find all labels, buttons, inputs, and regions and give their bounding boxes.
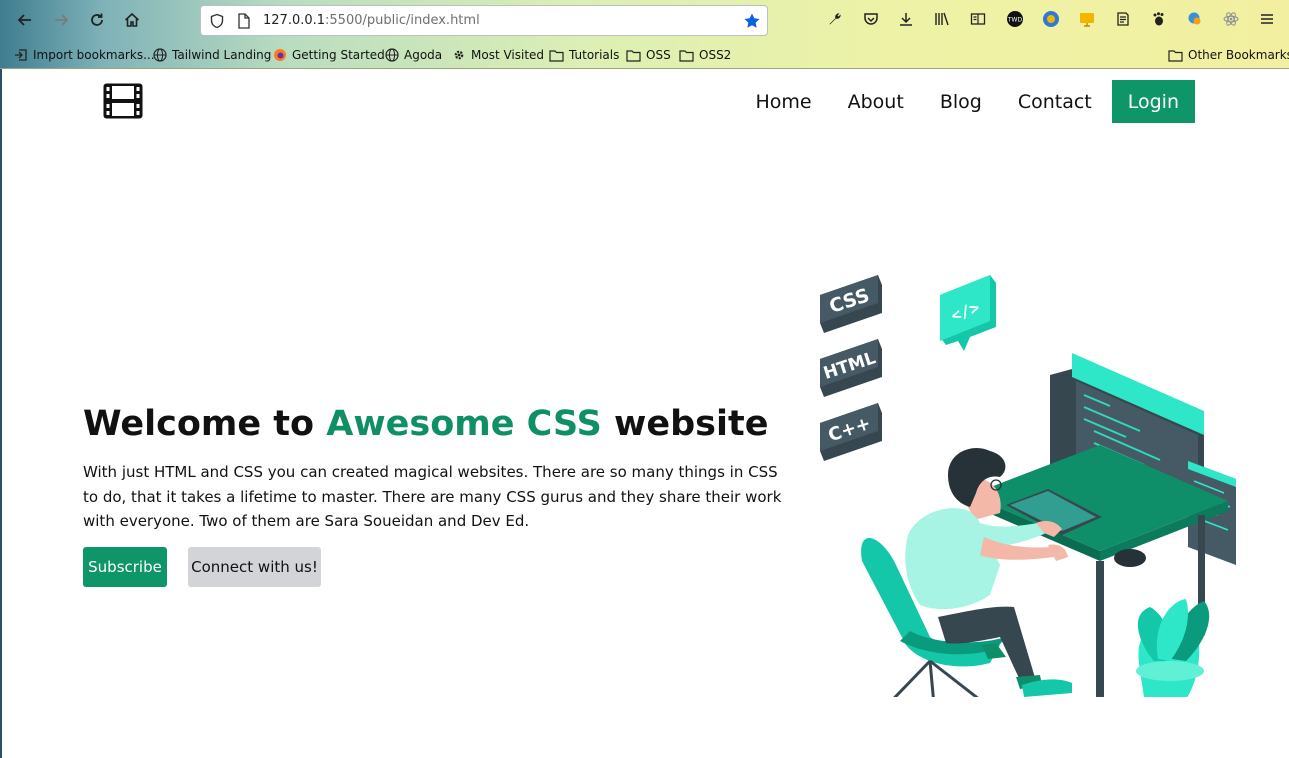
html-badge: HTML	[820, 339, 882, 397]
forward-arrow-icon	[55, 14, 69, 26]
code-bubble-icon: </>	[940, 275, 996, 351]
back-arrow-icon	[17, 14, 31, 26]
bookmark-label: Tailwind Landing	[172, 48, 272, 62]
reader-view-icon[interactable]	[967, 8, 989, 30]
film-logo-icon[interactable]	[102, 82, 144, 120]
home-icon	[124, 12, 140, 27]
search-extension-icon[interactable]	[1184, 8, 1206, 30]
cpp-badge: C++	[820, 403, 882, 461]
bookmark-agoda[interactable]: Agoda	[385, 46, 442, 64]
firefox-icon	[274, 49, 286, 61]
globe-icon	[153, 48, 167, 62]
browser-toolbar: 127.0.0.1:5500/public/index.html TWD Imp…	[0, 0, 1289, 69]
folder-icon	[549, 49, 564, 62]
url-path: :5500/public/index.html	[325, 13, 480, 28]
bookmark-tailwind[interactable]: Tailwind Landing	[153, 46, 271, 64]
pocket-icon[interactable]	[860, 8, 882, 30]
login-button[interactable]: Login	[1111, 80, 1195, 123]
forward-button[interactable]	[49, 8, 73, 32]
menu-icon[interactable]	[1256, 8, 1278, 30]
folder-icon	[1168, 49, 1183, 62]
bookmark-import[interactable]: Import bookmarks...	[14, 46, 155, 64]
bookmark-label: Tutorials	[569, 48, 620, 62]
url-host: 127.0.0.1	[263, 13, 326, 28]
library-icon[interactable]	[931, 8, 953, 30]
gnome-foot-icon[interactable]	[1148, 8, 1170, 30]
hero-title-accent: Awesome CSS	[326, 404, 602, 444]
gear-icon	[454, 50, 464, 60]
slides-extension-icon[interactable]	[1076, 8, 1098, 30]
folder-icon	[626, 49, 641, 62]
bookmark-most-visited[interactable]: Most Visited	[452, 46, 544, 64]
download-icon[interactable]	[895, 8, 917, 30]
bookmark-label: Getting Started	[292, 48, 385, 62]
folder-icon	[679, 49, 694, 62]
reload-button[interactable]	[85, 8, 109, 32]
bookmark-oss2[interactable]: OSS2	[679, 46, 731, 64]
import-icon	[15, 49, 27, 61]
bookmark-label: Most Visited	[471, 48, 545, 62]
url-bar[interactable]: 127.0.0.1:5500/public/index.html	[200, 5, 768, 36]
connect-button[interactable]: Connect with us!	[188, 547, 321, 587]
shield-icon[interactable]	[209, 13, 225, 29]
url-text[interactable]: 127.0.0.1:5500/public/index.html	[263, 13, 480, 28]
nav-home[interactable]: Home	[738, 80, 830, 123]
bookmark-label: Import bookmarks...	[33, 48, 155, 62]
bookmark-getting-started[interactable]: Getting Started	[273, 46, 385, 64]
notes-icon[interactable]	[1112, 8, 1134, 30]
subscribe-button[interactable]: Subscribe	[83, 547, 167, 587]
nav-blog[interactable]: Blog	[922, 80, 1000, 123]
bookmark-star-icon[interactable]	[743, 12, 761, 30]
wrench-icon[interactable]	[824, 8, 846, 30]
css-badge: CSS	[820, 275, 882, 333]
plant-illustration	[1136, 599, 1210, 697]
bookmark-tutorials[interactable]: Tutorials	[549, 46, 619, 64]
nav-contact[interactable]: Contact	[1000, 80, 1110, 123]
hero-description: With just HTML and CSS you can created m…	[83, 463, 782, 530]
reload-icon	[91, 13, 103, 26]
home-button[interactable]	[120, 8, 144, 32]
back-button[interactable]	[13, 8, 37, 32]
twd-extension-icon[interactable]: TWD	[1004, 8, 1026, 30]
bookmark-label: Agoda	[404, 48, 443, 62]
page-icon[interactable]	[237, 13, 251, 29]
hero-title-prefix: Welcome to	[83, 404, 327, 444]
bookmark-label: OSS2	[699, 48, 732, 62]
globe-extension-icon[interactable]	[1040, 8, 1062, 30]
globe-icon	[385, 48, 399, 62]
main-nav: Home About Blog Contact Login	[738, 80, 1195, 123]
web-page: Home About Blog Contact Login Welcome to…	[0, 69, 1289, 758]
bookmark-other[interactable]: Other Bookmarks	[1168, 46, 1289, 64]
hero-title-suffix: website	[601, 404, 769, 444]
nav-about[interactable]: About	[830, 80, 922, 123]
bookmark-oss[interactable]: OSS	[626, 46, 671, 64]
react-devtools-icon[interactable]	[1220, 8, 1242, 30]
developer-illustration: CSS HTML C++ </>	[820, 275, 1236, 697]
bookmark-label: Other Bookmarks	[1188, 48, 1289, 62]
svg-text:TWD: TWD	[1007, 17, 1023, 24]
bookmark-label: OSS	[646, 48, 671, 62]
hero-title: Welcome to Awesome CSS website	[83, 404, 768, 444]
